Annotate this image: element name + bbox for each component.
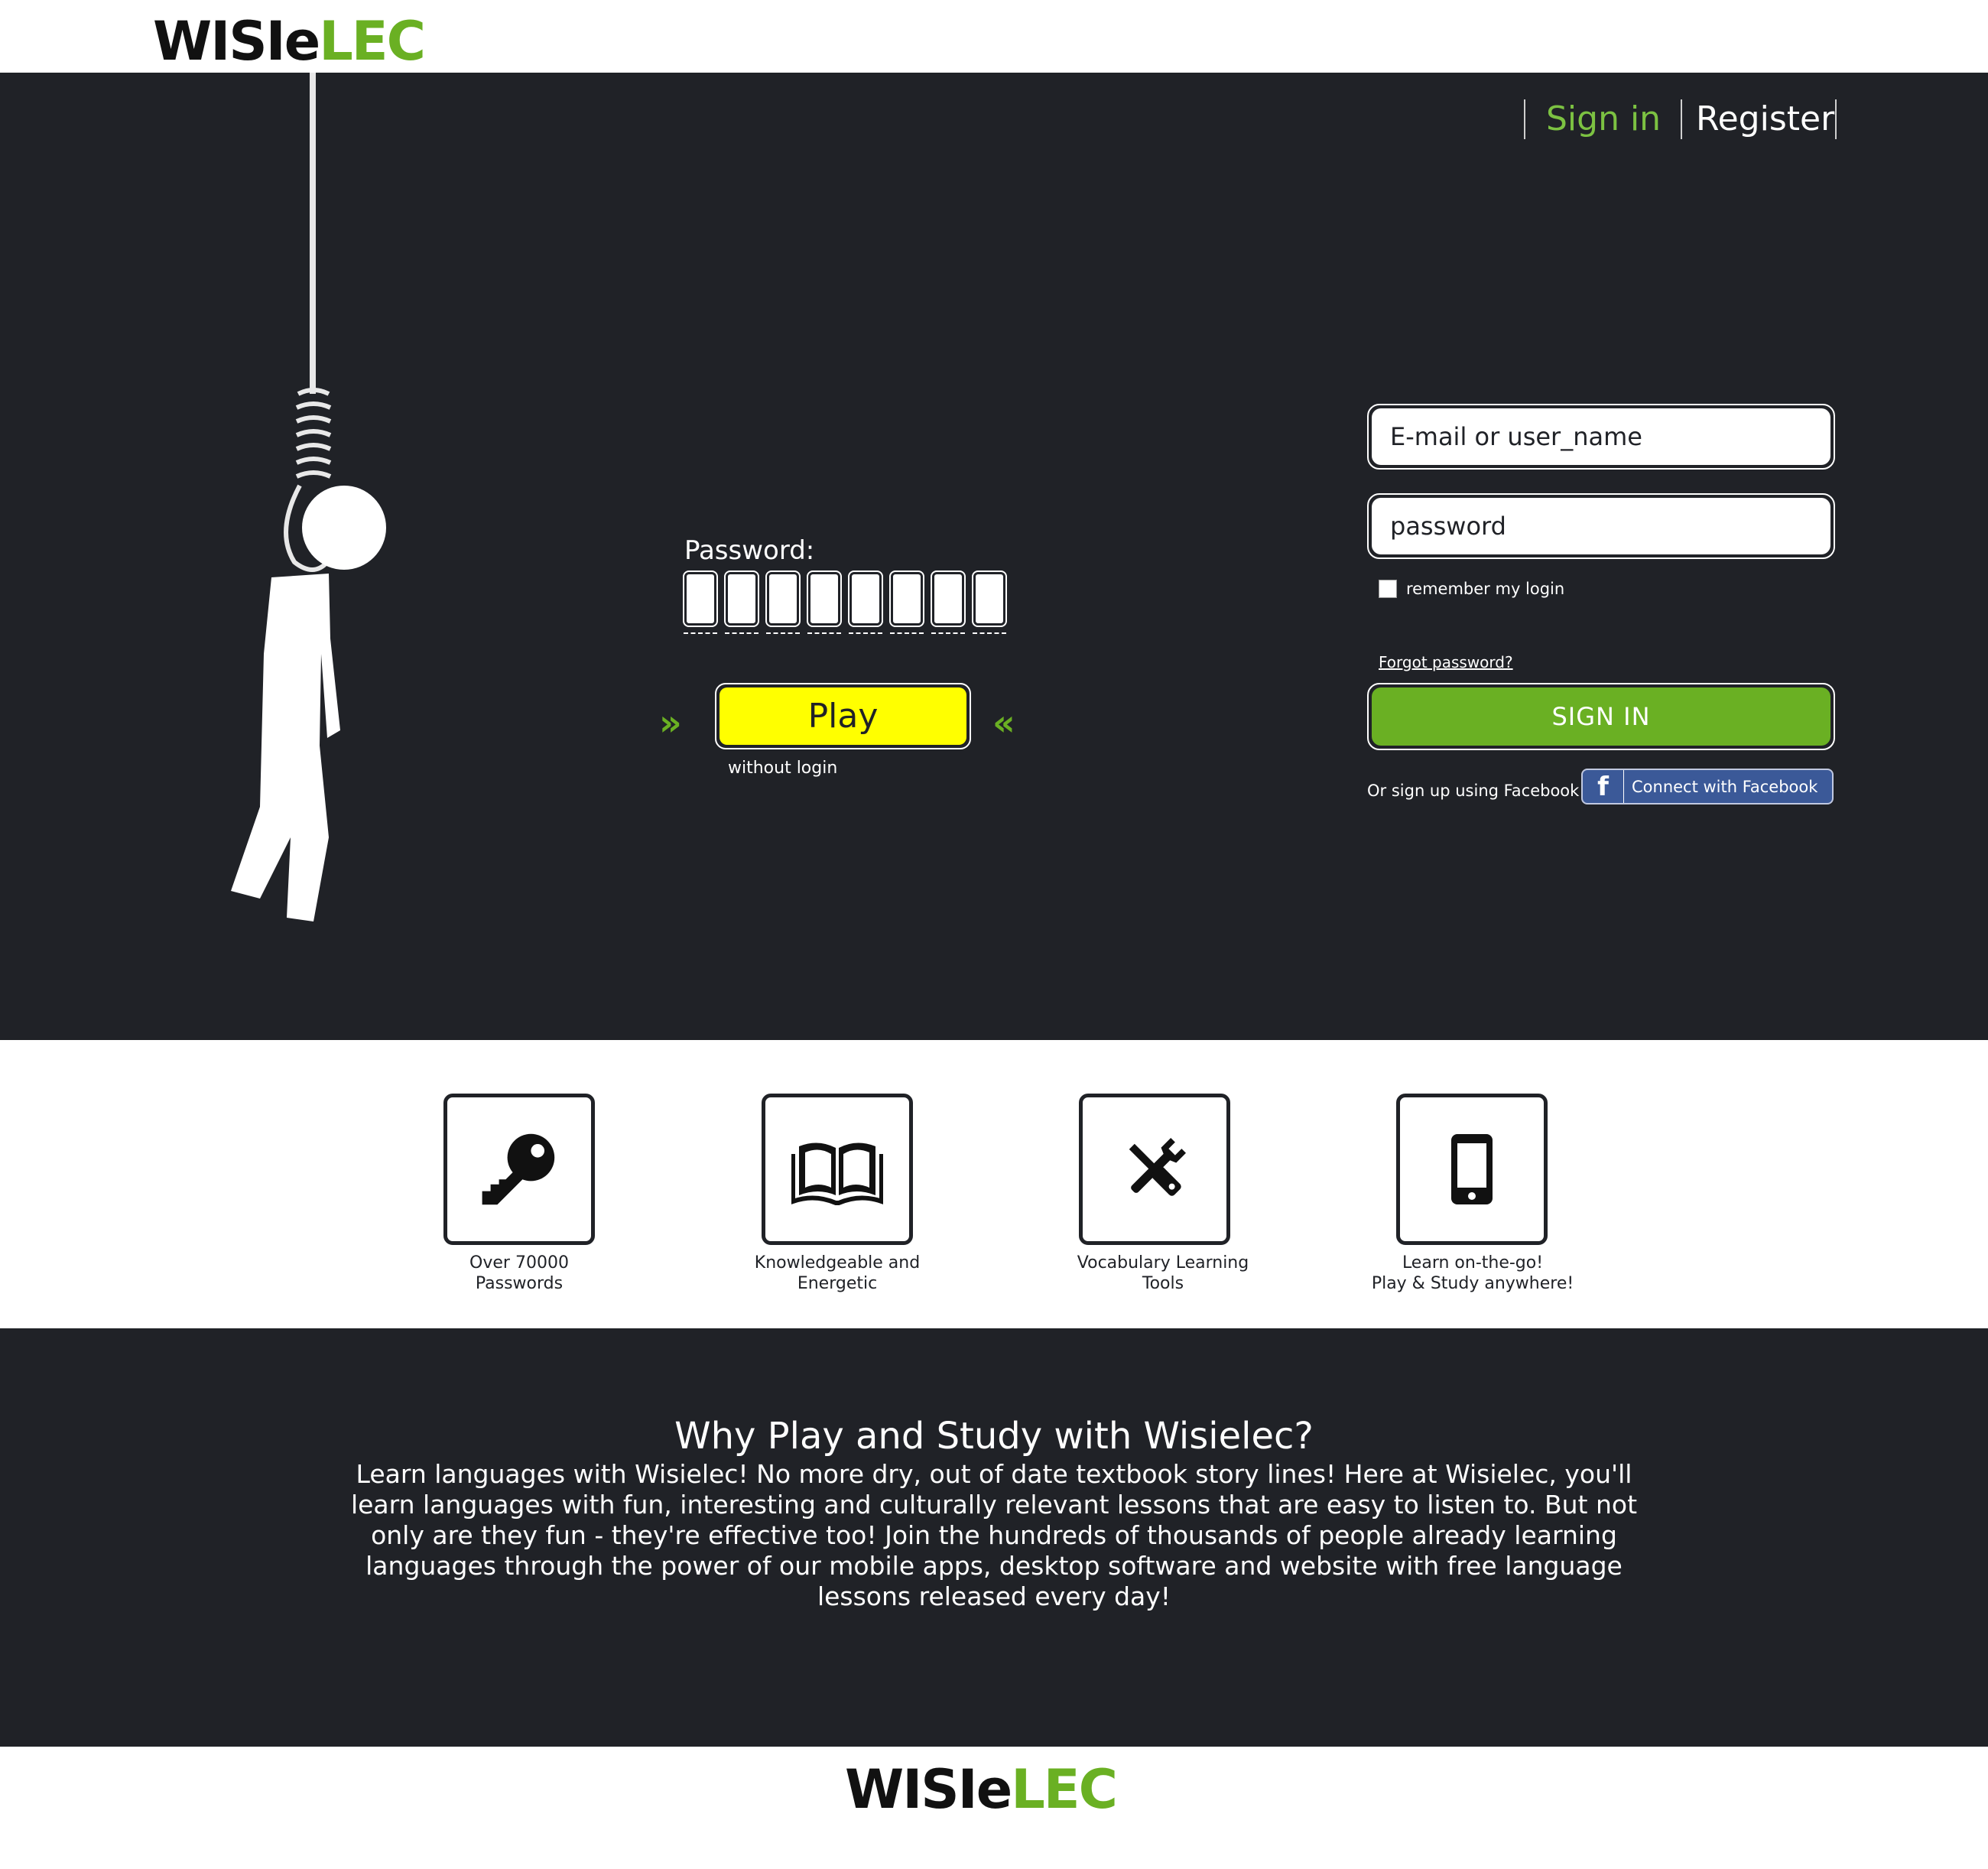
site-logo[interactable]: WISIeLEC bbox=[153, 10, 426, 73]
key-icon bbox=[482, 1133, 555, 1205]
footer-logo[interactable]: WISIeLEC bbox=[845, 1758, 1118, 1821]
nav-divider bbox=[1681, 99, 1682, 139]
facebook-prompt: Or sign up using Facebook bbox=[1367, 782, 1580, 800]
nav-signin-link[interactable]: Sign in bbox=[1546, 99, 1661, 139]
book-icon bbox=[791, 1143, 883, 1205]
facebook-icon: f bbox=[1583, 770, 1624, 803]
feature-tools-tile bbox=[1079, 1094, 1230, 1245]
remember-label: remember my login bbox=[1406, 580, 1565, 598]
why-body-text: Learn languages with Wisielec! No more d… bbox=[350, 1459, 1638, 1611]
facebook-button-label: Connect with Facebook bbox=[1632, 777, 1818, 796]
feature-mobile-tile bbox=[1396, 1094, 1548, 1245]
password-field-frame: password bbox=[1367, 493, 1835, 559]
letter-slot bbox=[807, 570, 842, 634]
why-title: Why Play and Study with Wisielec? bbox=[674, 1415, 1314, 1458]
tools-icon bbox=[1129, 1137, 1187, 1196]
feature-passwords-tile bbox=[443, 1094, 595, 1245]
phone-icon bbox=[1451, 1134, 1493, 1204]
logo-text-dark: WISI bbox=[153, 10, 286, 73]
feature-passwords-caption: Over 70000 Passwords bbox=[469, 1253, 569, 1293]
password-input[interactable]: password bbox=[1372, 498, 1830, 554]
hangman-figure-icon bbox=[231, 73, 386, 921]
without-login-caption: without login bbox=[728, 759, 838, 778]
signin-button[interactable]: SIGN IN bbox=[1372, 687, 1830, 746]
logo-mark: e bbox=[976, 1758, 1013, 1821]
double-chevron-right-icon: » bbox=[659, 702, 682, 743]
logo-mark: e bbox=[284, 10, 321, 73]
letter-slot bbox=[848, 570, 883, 634]
letter-slot bbox=[972, 570, 1007, 634]
forgot-password-link[interactable]: Forgot password? bbox=[1379, 653, 1513, 671]
email-input[interactable]: E-mail or user_name bbox=[1372, 408, 1830, 465]
feature-tools-caption: Vocabulary Learning Tools bbox=[1077, 1253, 1249, 1293]
remember-checkbox[interactable] bbox=[1379, 580, 1397, 598]
letter-slot bbox=[931, 570, 966, 634]
logo-text-green: LEC bbox=[1011, 1758, 1118, 1821]
letter-slot bbox=[765, 570, 801, 634]
signin-button-frame: SIGN IN bbox=[1367, 683, 1835, 750]
nav-divider bbox=[1835, 99, 1837, 139]
play-button[interactable]: Play bbox=[720, 687, 966, 745]
letter-slot bbox=[889, 570, 924, 634]
email-field-frame: E-mail or user_name bbox=[1367, 404, 1835, 470]
play-button-frame: Play bbox=[715, 683, 971, 749]
nav-register-link[interactable]: Register bbox=[1696, 99, 1834, 139]
feature-knowledge-tile bbox=[762, 1094, 913, 1245]
feature-mobile-caption: Learn on-the-go! Play & Study anywhere! bbox=[1371, 1253, 1574, 1293]
feature-knowledge-caption: Knowledgeable and Energetic bbox=[754, 1253, 921, 1293]
logo-text-green: LEC bbox=[319, 10, 426, 73]
remember-login-row: remember my login bbox=[1379, 580, 1564, 598]
password-letter-slots bbox=[683, 570, 1007, 634]
logo-text-dark: WISI bbox=[845, 1758, 978, 1821]
letter-slot bbox=[724, 570, 759, 634]
password-label: Password: bbox=[684, 535, 815, 566]
features-section bbox=[0, 1040, 1988, 1328]
letter-slot bbox=[683, 570, 718, 634]
nav-divider bbox=[1524, 99, 1525, 139]
facebook-connect-button[interactable]: f Connect with Facebook bbox=[1581, 769, 1834, 804]
double-chevron-left-icon: « bbox=[992, 702, 1015, 743]
